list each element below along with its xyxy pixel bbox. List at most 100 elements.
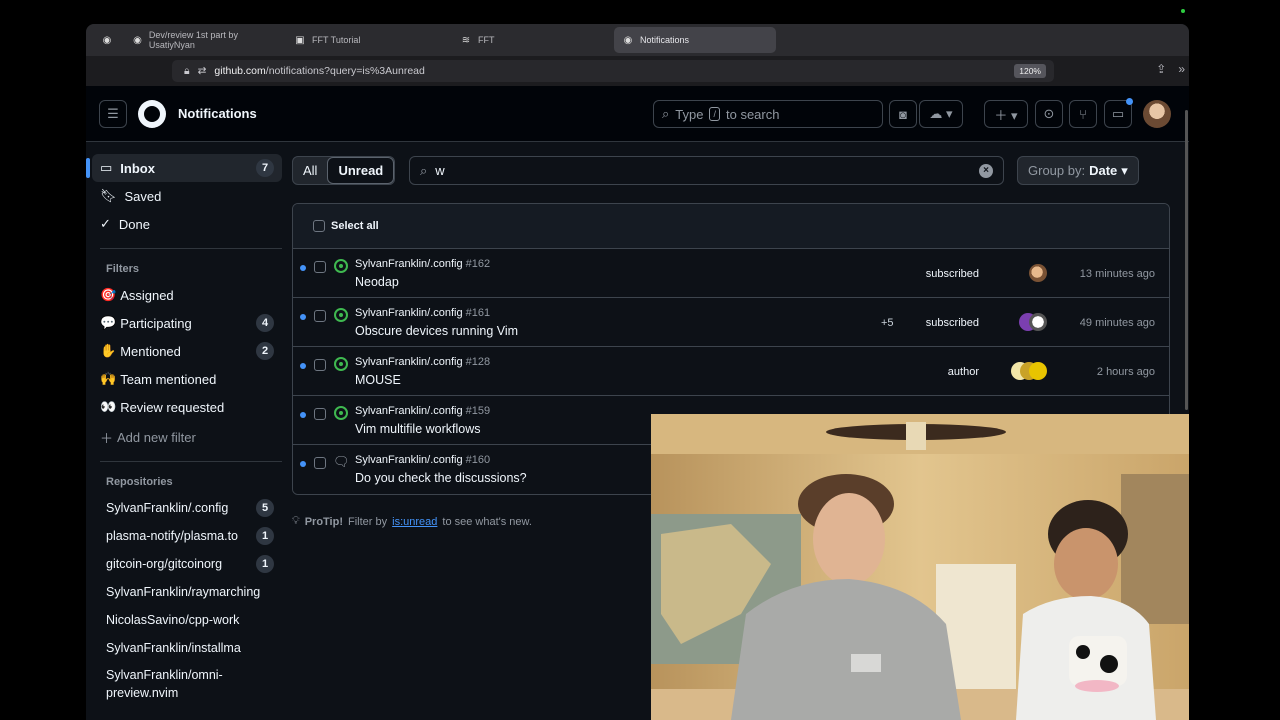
github-icon: ◉	[133, 34, 142, 46]
notification-title[interactable]: Vim multifile workflows	[355, 422, 481, 436]
protip: 💡︎ ProTip! Filter by is:unread to see wh…	[292, 515, 532, 528]
sidebar-item-inbox[interactable]: ▭ Inbox 7	[86, 154, 282, 182]
sidebar-repo[interactable]: SylvanFranklin/installma	[92, 634, 282, 662]
tab-all[interactable]: All	[293, 157, 327, 184]
tab-label: Notifications	[640, 35, 690, 45]
sidebar-repo[interactable]: gitcoin-org/gitcoinorg 1	[92, 550, 282, 578]
row-checkbox[interactable]	[314, 457, 326, 469]
count-badge: 2	[256, 342, 274, 360]
sidebar-repo[interactable]: NicolasSavino/cpp-work	[92, 606, 282, 634]
unread-dot	[300, 265, 306, 271]
github-icon: ◉	[102, 34, 112, 46]
url-host: github.com	[214, 65, 266, 77]
repo-label: preview.nvim	[106, 686, 179, 700]
repo-name: SylvanFranklin/.config	[355, 454, 463, 466]
wave-icon: ≋	[461, 34, 471, 46]
webcam-overlay	[651, 414, 1189, 720]
sidebar-item-saved[interactable]: 🔖︎ Saved	[92, 182, 282, 210]
clear-icon[interactable]: ×	[979, 163, 993, 178]
pull-requests-button[interactable]: ⑂	[1069, 100, 1097, 128]
read-filter-toggle: All Unread	[292, 156, 396, 185]
notification-title[interactable]: Obscure devices running Vim	[355, 324, 518, 338]
site-settings-icon[interactable]: ⇄	[198, 65, 207, 77]
browser-tab[interactable]: ◉ Dev/review 1st part by UsatiyNyan	[124, 27, 282, 53]
repo-label: plasma-notify/plasma.to	[106, 529, 239, 543]
notification-repo: SylvanFranklin/.config #161	[355, 307, 490, 319]
sidebar-filter-review-requested[interactable]: 👀 Review requested	[92, 393, 282, 421]
notification-repo: SylvanFranklin/.config #128	[355, 356, 490, 368]
select-all-label: Select all	[331, 220, 379, 232]
sidebar-repo[interactable]: SylvanFranklin/.config 5	[92, 494, 282, 522]
filter-value: w	[435, 163, 445, 178]
unread-dot	[300, 461, 306, 467]
notifications-sidebar: ▭ Inbox 7 🔖︎ Saved ✓ Done Filters 🎯 Assi…	[86, 154, 282, 702]
address-bar[interactable]: 🔒︎ ⇄ github.com/notifications?query=is%3…	[172, 60, 1054, 82]
tab-unread[interactable]: Unread	[327, 157, 395, 184]
copilot-button[interactable]: ◙	[889, 100, 917, 128]
caret-down-icon: ▾	[1121, 162, 1128, 178]
row-checkbox[interactable]	[314, 359, 326, 371]
avatar	[1029, 362, 1047, 380]
add-filter-button[interactable]: ＋ Add new filter	[92, 423, 282, 451]
browser-tab-active[interactable]: ◉ Notifications	[614, 27, 776, 53]
bookmark-icon: 🔖︎	[100, 188, 117, 203]
create-new-button[interactable]: ＋ ▾	[984, 100, 1028, 128]
sidebar-repo[interactable]: SylvanFranklin/raymarching	[92, 578, 282, 606]
repo-label: SylvanFranklin/omni-	[106, 668, 223, 682]
tab-label: Dev/review 1st part by UsatiyNyan	[148, 30, 238, 50]
sidebar-repo[interactable]: plasma-notify/plasma.to 1	[92, 522, 282, 550]
zoom-badge[interactable]: 120%	[1014, 64, 1046, 78]
notification-title[interactable]: Neodap	[355, 275, 399, 289]
repo-label: SylvanFranklin/installma	[106, 641, 241, 655]
protip-text: Filter by	[348, 515, 388, 528]
copilot-menu-button[interactable]: ☁ ▾	[919, 100, 963, 128]
repo-label: SylvanFranklin/raymarching	[106, 585, 261, 599]
repo-label: gitcoin-org/gitcoinorg	[106, 557, 223, 571]
sidebar-filter-team-mentioned[interactable]: 🙌 Team mentioned	[92, 365, 282, 393]
notifications-filter-input[interactable]: ⌕ w ×	[409, 156, 1004, 185]
sidebar-filter-assigned[interactable]: 🎯 Assigned	[92, 281, 282, 309]
tab-label: FFT Tutorial	[312, 35, 361, 45]
row-checkbox[interactable]	[314, 408, 326, 420]
repo-name: SylvanFranklin/.config	[355, 258, 463, 270]
group-by-button[interactable]: Group by: Date ▾	[1017, 156, 1139, 185]
search-icon: ⌕	[420, 162, 428, 178]
notification-repo: SylvanFranklin/.config #159	[355, 405, 490, 417]
notification-row[interactable]: SylvanFranklin/.config #161 Obscure devi…	[293, 298, 1169, 347]
issues-button[interactable]: ⊙	[1035, 100, 1063, 128]
repo-name: SylvanFranklin/.config	[355, 307, 463, 319]
avatar[interactable]	[1143, 100, 1171, 128]
sidebar-filter-participating[interactable]: 💬 Participating 4	[92, 309, 282, 337]
issue-number: #161	[465, 307, 491, 319]
notification-title[interactable]: MOUSE	[355, 373, 401, 387]
open-issue-icon	[334, 259, 348, 273]
notification-row[interactable]: SylvanFranklin/.config #128 MOUSE author…	[293, 347, 1169, 396]
select-all-checkbox[interactable]	[313, 220, 325, 232]
github-logo-icon[interactable]	[138, 100, 166, 128]
browser-tab[interactable]: ≋ FFT	[452, 27, 610, 53]
search-placeholder-suffix: to search	[725, 106, 780, 122]
unread-indicator	[1126, 98, 1133, 105]
divider	[100, 461, 282, 462]
sidebar-filter-mentioned[interactable]: ✋ Mentioned 2	[92, 337, 282, 365]
unread-dot	[300, 314, 306, 320]
hamburger-menu-button[interactable]: ☰	[99, 100, 127, 128]
notification-title[interactable]: Do you check the discussions?	[355, 471, 527, 485]
unread-dot	[300, 412, 306, 418]
share-icon[interactable]: ⇪	[1156, 62, 1166, 76]
notification-row[interactable]: SylvanFranklin/.config #162 Neodap subsc…	[293, 249, 1169, 298]
protip-link[interactable]: is:unread	[392, 516, 437, 528]
overflow-icon[interactable]: »	[1178, 62, 1185, 76]
scrollbar[interactable]	[1185, 110, 1188, 410]
group-by-label: Group by:	[1028, 163, 1086, 178]
sidebar-repo-continued[interactable]: preview.nvim	[92, 684, 282, 702]
browser-tab-pinned[interactable]: ◉	[94, 27, 120, 53]
sidebar-item-done[interactable]: ✓ Done	[92, 210, 282, 238]
row-checkbox[interactable]	[314, 261, 326, 273]
row-checkbox[interactable]	[314, 310, 326, 322]
plus-icon: ＋	[100, 430, 114, 446]
sidebar-repo[interactable]: SylvanFranklin/omni-	[92, 666, 282, 684]
search-input[interactable]: ⌕ Type / to search	[653, 100, 883, 128]
browser-tab[interactable]: ▣ FFT Tutorial	[286, 27, 448, 53]
notification-repo: SylvanFranklin/.config #160	[355, 454, 490, 466]
